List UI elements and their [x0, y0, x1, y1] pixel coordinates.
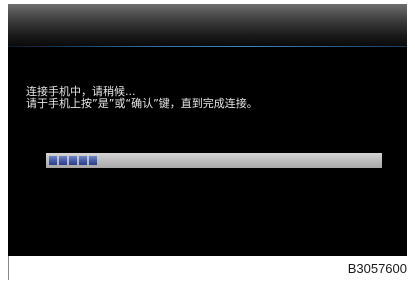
figure-code-label: B3057600	[347, 261, 407, 276]
connection-message: 连接手机中，请稍候... 请于手机上按”是”或“确认”键，直到完成连接。	[26, 86, 258, 110]
progress-fill	[49, 156, 97, 165]
message-line-2: 请于手机上按”是”或“确认”键，直到完成连接。	[26, 97, 258, 110]
progress-segment	[79, 156, 87, 165]
title-bar-divider	[8, 46, 407, 47]
head-unit-screen: 连接手机中，请稍候... 请于手机上按”是”或“确认”键，直到完成连接。	[8, 4, 407, 256]
connection-progress-bar	[46, 153, 382, 168]
frame-edge	[8, 256, 9, 280]
progress-segment	[89, 156, 97, 165]
title-bar	[8, 4, 407, 46]
screenshot-figure: 连接手机中，请稍候... 请于手机上按”是”或“确认”键，直到完成连接。 B305…	[0, 0, 415, 284]
progress-segment	[69, 156, 77, 165]
progress-segment	[49, 156, 57, 165]
progress-segment	[59, 156, 67, 165]
